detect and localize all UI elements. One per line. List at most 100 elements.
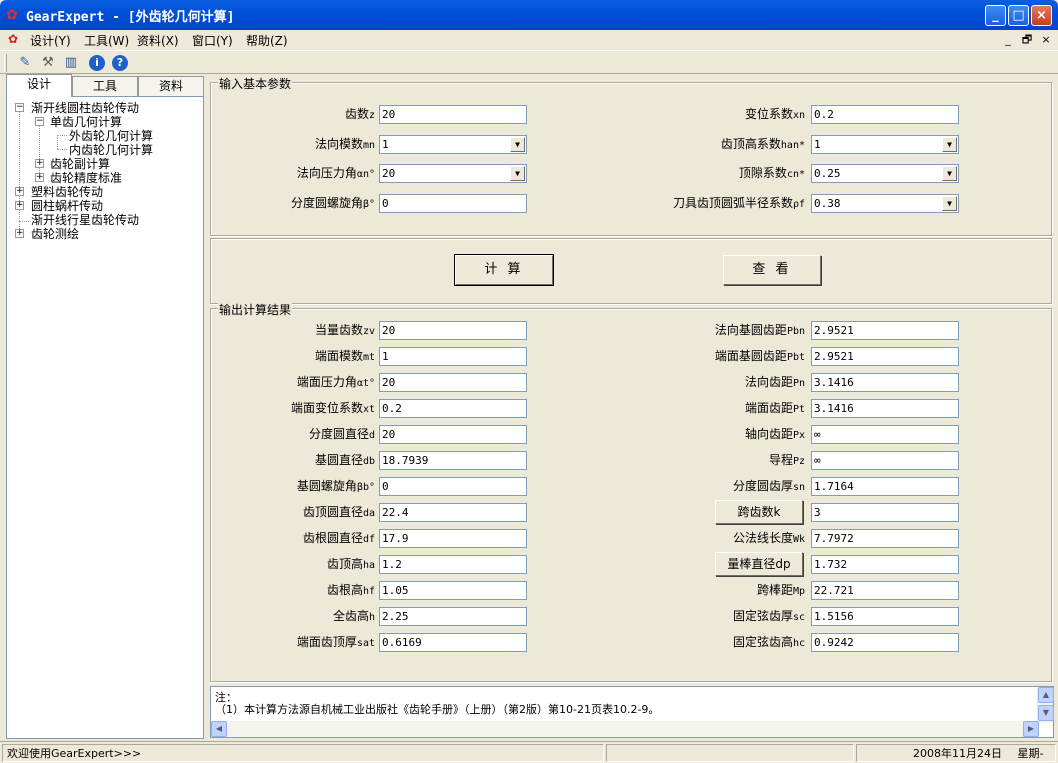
horizontal-scrollbar[interactable]: ◀ ▶ [211,721,1039,737]
input-Pbn[interactable]: 2.9521 [811,321,959,340]
expand-toggle[interactable]: + [15,201,24,210]
dropdown-arrow-icon[interactable]: ▼ [510,136,525,152]
mdi-minimize-button[interactable]: _ [1000,32,1016,48]
input-z[interactable]: 20 [379,105,527,124]
tree-node-gear-survey[interactable]: 齿轮测绘 [31,227,79,241]
expand-toggle[interactable]: + [15,187,24,196]
input-Pn[interactable]: 3.1416 [811,373,959,392]
input-df[interactable]: 17.9 [379,529,527,548]
input-sat[interactable]: 0.6169 [379,633,527,652]
input-sc[interactable]: 1.5156 [811,607,959,626]
field-label: 端面模数mt [315,347,375,365]
minimize-button[interactable]: _ [985,5,1006,26]
note-box[interactable]: 注： （1）本计算方法源自机械工业出版社《齿轮手册》（上册）（第2版）第10-2… [210,686,1054,738]
library-icon[interactable]: ▥ [62,54,80,72]
maximize-button[interactable]: □ [1008,5,1029,26]
scroll-right-arrow-icon[interactable]: ▶ [1023,721,1039,737]
field-value: 1.7164 [814,480,854,493]
dropdown-arrow-icon[interactable]: ▼ [942,166,957,181]
help-icon[interactable]: ? [112,55,128,71]
input-k[interactable]: 3 [811,503,959,522]
calc-k-button[interactable]: 跨齿数k [715,500,803,524]
label-symbol: ha [362,560,375,571]
info-icon[interactable]: i [89,55,105,71]
input-Pbt[interactable]: 2.9521 [811,347,959,366]
input-Px[interactable]: ∞ [811,425,959,444]
input-Mp[interactable]: 22.721 [811,581,959,600]
edit-icon[interactable]: ✎ [16,54,34,72]
scroll-up-arrow-icon[interactable]: ▲ [1038,687,1054,703]
select-mn[interactable]: 1 ▼ [379,134,527,154]
expand-toggle[interactable]: + [35,173,44,182]
tree-node-involute-cylindrical[interactable]: 渐开线圆柱齿轮传动 [31,101,139,115]
input-hf[interactable]: 1.05 [379,581,527,600]
input-hc[interactable]: 0.9242 [811,633,959,652]
select-han*[interactable]: 1 ▼ [811,134,959,154]
input-β°[interactable]: 0 [379,193,527,213]
input-βb°[interactable]: 0 [379,477,527,496]
dropdown-arrow-icon[interactable]: ▼ [942,195,957,211]
input-mt[interactable]: 1 [379,347,527,366]
tree-node-single-gear[interactable]: 单齿几何计算 [50,115,122,129]
tree-node-internal-gear[interactable]: 内齿轮几何计算 [69,143,153,157]
view-button[interactable]: 查 看 [723,255,821,285]
tree-node-planetary[interactable]: 渐开线行星齿轮传动 [31,213,139,227]
close-button[interactable]: × [1031,5,1052,26]
dropdown-arrow-icon[interactable]: ▼ [510,166,525,181]
input-db[interactable]: 18.7939 [379,451,527,470]
field-label: 分度圆直径d [309,425,375,443]
tab-tools[interactable]: 工具 [72,76,138,96]
tree-node-external-gear[interactable]: 外齿轮几何计算 [69,129,153,143]
field-value: 0 [382,196,389,210]
field-label: 齿顶高系数han* [721,135,805,153]
tree-node-accuracy-standard[interactable]: 齿轮精度标准 [50,171,122,185]
label-text: 全齿高 [332,609,369,623]
input-xt[interactable]: 0.2 [379,399,527,418]
input-xn[interactable]: 0.2 [811,105,959,124]
scroll-down-arrow-icon[interactable]: ▼ [1038,705,1054,721]
input-zv[interactable]: 20 [379,321,527,340]
toolbar-grip[interactable] [4,54,7,72]
menu-data[interactable]: 资料(X) [137,32,179,49]
field-label: 当量齿数zv [315,321,375,339]
select-cn*[interactable]: 0.25 ▼ [811,164,959,183]
tree-node-worm-drive[interactable]: 圆柱蜗杆传动 [31,199,103,213]
input-Pz[interactable]: ∞ [811,451,959,470]
select-αn°[interactable]: 20 ▼ [379,164,527,183]
expand-toggle[interactable]: + [15,229,24,238]
menu-design[interactable]: 设计(Y) [30,32,71,49]
dropdown-arrow-icon[interactable]: ▼ [942,136,957,152]
input-Pt[interactable]: 3.1416 [811,399,959,418]
expand-toggle[interactable]: + [35,159,44,168]
input-d[interactable]: 20 [379,425,527,444]
input-da[interactable]: 22.4 [379,503,527,522]
tab-design[interactable]: 设计 [6,74,72,97]
tree-node-plastic-gear[interactable]: 塑料齿轮传动 [31,185,103,199]
menu-tools[interactable]: 工具(W) [84,32,129,49]
input-h[interactable]: 2.25 [379,607,527,626]
calc-dp-button[interactable]: 量棒直径dp [715,552,803,576]
tools-icon[interactable]: ⚒ [39,54,57,72]
tree-node-gear-pair[interactable]: 齿轮副计算 [50,157,110,171]
mdi-restore-button[interactable]: 🗗 [1019,32,1035,48]
select-ρf[interactable]: 0.38 ▼ [811,193,959,213]
calculate-button[interactable]: 计 算 [454,254,554,286]
input-dp[interactable]: 1.732 [811,555,959,574]
scroll-left-arrow-icon[interactable]: ◀ [211,721,227,737]
input-sn[interactable]: 1.7164 [811,477,959,496]
tab-data[interactable]: 资料 [138,76,204,96]
menu-help[interactable]: 帮助(Z) [246,32,288,49]
menu-window[interactable]: 窗口(Y) [192,32,233,49]
vertical-scrollbar[interactable]: ▲ ▼ [1037,687,1054,723]
label-symbol: xn [792,110,805,121]
input-αt°[interactable]: 20 [379,373,527,392]
collapse-toggle[interactable]: − [35,117,44,126]
mdi-close-button[interactable]: × [1038,32,1054,48]
label-text: 固定弦齿厚 [732,609,793,623]
butterfly-icon[interactable]: ✿ [6,7,22,23]
field-value: 0 [382,480,389,493]
mdi-butterfly-icon[interactable]: ✿ [8,32,18,46]
input-Wk[interactable]: 7.7972 [811,529,959,548]
collapse-toggle[interactable]: − [15,103,24,112]
input-ha[interactable]: 1.2 [379,555,527,574]
